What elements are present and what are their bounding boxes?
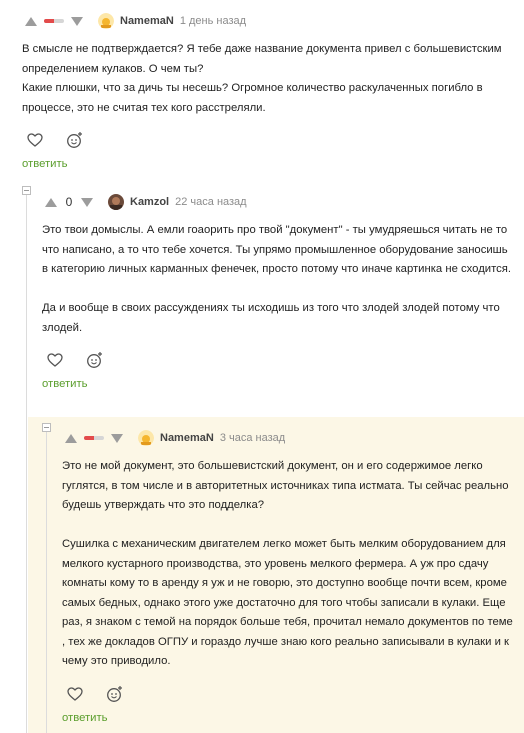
- comment-actions: [22, 129, 512, 151]
- comment-time[interactable]: 3 часа назад: [220, 432, 285, 444]
- comment-author[interactable]: Kamzol: [130, 196, 169, 208]
- comment-header: 0 Kamzol 22 часа назад: [42, 192, 512, 212]
- comment-time[interactable]: 1 день назад: [180, 15, 246, 27]
- comment-paragraph: Какие плюшки, что за дичь ты несешь? Огр…: [22, 82, 483, 114]
- comment-text: Это твои домыслы. А емли гоаорить про тв…: [42, 221, 512, 338]
- rating-bar: [44, 19, 64, 23]
- add-reaction-button[interactable]: [104, 683, 126, 705]
- reply-link[interactable]: ответить: [62, 712, 514, 724]
- vote-controls: [62, 431, 126, 445]
- comment-actions: [62, 683, 514, 705]
- collapse-thread-button[interactable]: [42, 423, 51, 432]
- sun-avatar-icon: [138, 430, 154, 446]
- collapse-thread-button[interactable]: [22, 186, 31, 195]
- comment-actions: [42, 349, 512, 371]
- comment-text: В смысле не подтверждается? Я тебе даже …: [22, 40, 512, 118]
- avatar[interactable]: [138, 430, 154, 446]
- comment-paragraph: Да и вообще в своих рассуждениях ты исхо…: [42, 302, 500, 334]
- rating-bar: [84, 436, 104, 440]
- photo-avatar-icon: [108, 194, 124, 210]
- comment-paragraph: В смысле не подтверждается? Я тебе даже …: [22, 43, 502, 75]
- sun-avatar-icon: [98, 13, 114, 29]
- add-emoji-icon: [67, 132, 82, 148]
- like-button[interactable]: [64, 683, 86, 705]
- comment-author[interactable]: NamemaN: [120, 15, 174, 27]
- comment: 0 Kamzol 22 часа назад Это твои домыслы.…: [42, 192, 512, 390]
- comment-header: NamemaN 3 часа назад: [62, 428, 514, 448]
- arrow-down-icon: [71, 16, 83, 26]
- add-emoji-icon: [87, 352, 102, 368]
- add-emoji-icon: [107, 685, 122, 702]
- upvote-button[interactable]: [42, 195, 60, 209]
- arrow-up-icon: [45, 197, 57, 207]
- comment: NamemaN 3 часа назад Это не мой документ…: [62, 428, 514, 724]
- heart-icon: [47, 353, 63, 367]
- downvote-button[interactable]: [78, 195, 96, 209]
- vote-controls: [22, 14, 86, 28]
- reply-link[interactable]: ответить: [22, 158, 512, 170]
- comment-paragraph: Сушилка с механическим двигателем легко …: [62, 538, 513, 667]
- comment-paragraph: Это твои домыслы. А емли гоаорить про тв…: [42, 224, 512, 275]
- arrow-down-icon: [81, 197, 93, 207]
- arrow-up-icon: [25, 16, 37, 26]
- add-reaction-button[interactable]: [64, 129, 86, 151]
- arrow-up-icon: [65, 433, 77, 443]
- upvote-button[interactable]: [22, 14, 40, 28]
- heart-icon: [67, 686, 83, 701]
- heart-icon: [27, 133, 43, 147]
- avatar[interactable]: [108, 194, 124, 210]
- comment-text: Это не мой документ, это большевистский …: [62, 457, 514, 672]
- reply-link[interactable]: ответить: [42, 378, 512, 390]
- like-button[interactable]: [44, 349, 66, 371]
- comment-paragraph: Это не мой документ, это большевистский …: [62, 460, 509, 511]
- upvote-button[interactable]: [62, 431, 80, 445]
- downvote-button[interactable]: [108, 431, 126, 445]
- downvote-button[interactable]: [68, 14, 86, 28]
- comment-time[interactable]: 22 часа назад: [175, 196, 246, 208]
- arrow-down-icon: [111, 433, 123, 443]
- add-reaction-button[interactable]: [84, 349, 106, 371]
- like-button[interactable]: [24, 129, 46, 151]
- comment: NamemaN 1 день назад В смысле не подтвер…: [22, 11, 512, 170]
- vote-controls: 0: [42, 195, 96, 209]
- thread-line-level-2: [46, 428, 47, 733]
- rating-value: 0: [65, 195, 73, 209]
- avatar[interactable]: [98, 13, 114, 29]
- comment-header: NamemaN 1 день назад: [22, 11, 512, 31]
- thread-line-level-1: [26, 191, 27, 733]
- comment-author[interactable]: NamemaN: [160, 432, 214, 444]
